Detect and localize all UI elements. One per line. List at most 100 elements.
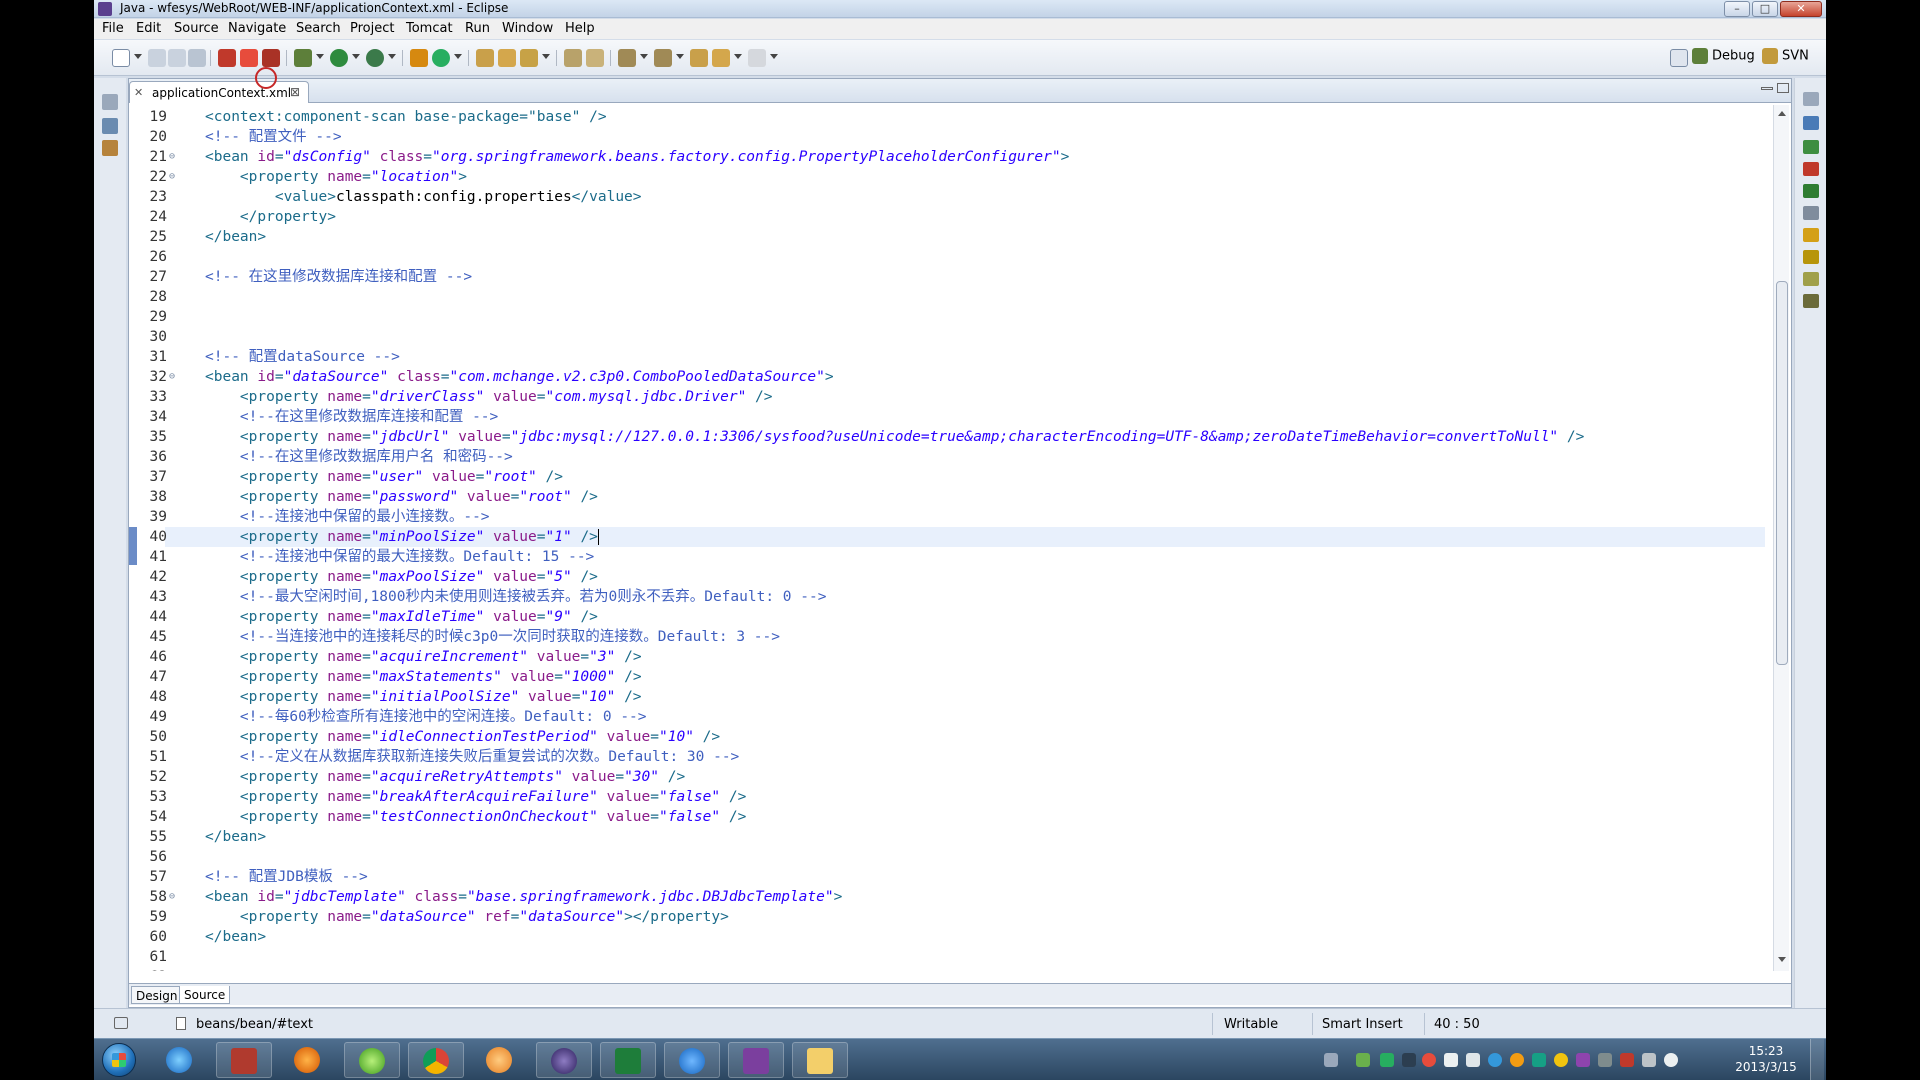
toggle-mark-occurrences-icon[interactable] xyxy=(564,49,582,67)
code-line[interactable]: 46 <property name="acquireIncrement" val… xyxy=(129,647,1769,667)
taskbar-document-app[interactable] xyxy=(216,1042,272,1078)
forward-icon[interactable] xyxy=(748,49,766,67)
close-button[interactable]: ✕ xyxy=(1780,1,1822,17)
code-line[interactable]: 44 <property name="maxIdleTime" value="9… xyxy=(129,607,1769,627)
taskbar-internet-explorer[interactable] xyxy=(152,1042,208,1078)
taskbar-green-app[interactable] xyxy=(344,1042,400,1078)
svn-perspective-button[interactable]: SVN xyxy=(1762,48,1809,64)
back-icon[interactable] xyxy=(712,49,730,67)
code-line[interactable]: 42 <property name="maxPoolSize" value="5… xyxy=(129,567,1769,587)
code-line[interactable]: 43 <!--最大空闲时间,1800秒内未使用则连接被丢弃。若为0则永不丢弃。D… xyxy=(129,587,1769,607)
code-line[interactable]: 56 xyxy=(129,847,1769,867)
taskbar-k-app[interactable] xyxy=(664,1042,720,1078)
taskbar-firefox[interactable] xyxy=(280,1042,336,1078)
menu-run[interactable]: Run xyxy=(465,21,490,36)
back-dropdown-icon[interactable] xyxy=(734,54,742,59)
run-icon[interactable] xyxy=(330,49,348,67)
restore-right-icon[interactable] xyxy=(1803,92,1819,106)
code-line[interactable]: 30 xyxy=(129,327,1769,347)
code-line[interactable]: 40 <property name="minPoolSize" value="1… xyxy=(129,527,1769,547)
code-line[interactable]: 29 xyxy=(129,307,1769,327)
code-line[interactable]: 52 <property name="acquireRetryAttempts"… xyxy=(129,767,1769,787)
menu-tomcat[interactable]: Tomcat xyxy=(406,21,453,36)
battery-tray-icon[interactable] xyxy=(1356,1053,1370,1067)
code-line[interactable]: 25 </bean> xyxy=(129,227,1769,247)
close-tab-icon[interactable]: ⊠ xyxy=(290,85,300,99)
hierarchy-icon[interactable] xyxy=(102,140,118,156)
new-icon[interactable] xyxy=(112,49,130,67)
code-line[interactable]: 51 <!--定义在从数据库获取新连接失败后重复尝试的次数。Default: 3… xyxy=(129,747,1769,767)
debug-dropdown-icon[interactable] xyxy=(316,54,324,59)
previous-annotation-icon[interactable] xyxy=(654,49,672,67)
code-line[interactable]: 38 <property name="password" value="root… xyxy=(129,487,1769,507)
code-line[interactable]: 48 <property name="initialPoolSize" valu… xyxy=(129,687,1769,707)
restore-icon[interactable] xyxy=(102,94,118,110)
taskbar-winrar[interactable] xyxy=(728,1042,784,1078)
taskbar-file-explorer[interactable] xyxy=(792,1042,848,1078)
code-line[interactable]: 45 <!--当连接池中的连接耗尽的时候c3p0一次同时获取的连接数。Defau… xyxy=(129,627,1769,647)
code-line[interactable]: 33 <property name="driverClass" value="c… xyxy=(129,387,1769,407)
code-line[interactable]: 21 ⊖ <bean id="dsConfig" class="org.spring… xyxy=(129,147,1769,167)
new-java-project-icon[interactable] xyxy=(410,49,428,67)
sync-tray-icon[interactable] xyxy=(1444,1053,1458,1067)
code-line[interactable]: 26 xyxy=(129,247,1769,267)
code-line[interactable]: 59 <property name="dataSource" ref="data… xyxy=(129,907,1769,927)
fast-view-icon[interactable] xyxy=(114,1017,128,1029)
tomcat-restart-icon[interactable] xyxy=(262,49,280,67)
menu-file[interactable]: File xyxy=(102,21,124,36)
code-line[interactable]: 20 <!-- 配置文件 --> xyxy=(129,127,1769,147)
code-line[interactable]: 58 ⊖ <bean id="jdbcTemplate" class="base.s… xyxy=(129,887,1769,907)
last-edit-location-icon[interactable] xyxy=(690,49,708,67)
outline-icon[interactable] xyxy=(1803,116,1819,130)
external-tools-icon[interactable] xyxy=(366,49,384,67)
external-tools-dropdown-icon[interactable] xyxy=(388,54,396,59)
antivirus-tray-icon[interactable] xyxy=(1422,1053,1436,1067)
package-explorer-icon[interactable] xyxy=(102,118,118,134)
problems-icon[interactable] xyxy=(1803,162,1819,176)
monitor-tray-icon[interactable] xyxy=(1642,1053,1656,1067)
code-line[interactable]: 61 xyxy=(129,947,1769,967)
menu-help[interactable]: Help xyxy=(565,21,595,36)
save-all-icon[interactable] xyxy=(168,49,186,67)
new-class-icon[interactable] xyxy=(432,49,450,67)
new-dropdown-icon[interactable] xyxy=(134,54,142,59)
search-dropdown-icon[interactable] xyxy=(542,54,550,59)
tasks-icon[interactable] xyxy=(1803,272,1819,286)
code-line[interactable]: 57 <!-- 配置JDB模板 --> xyxy=(129,867,1769,887)
fold-toggle-icon[interactable]: ⊖ xyxy=(169,167,175,187)
servers-icon[interactable] xyxy=(1803,140,1819,154)
console-icon[interactable] xyxy=(1803,184,1819,198)
code-line[interactable]: 55 </bean> xyxy=(129,827,1769,847)
code-line[interactable]: 50 <property name="idleConnectionTestPer… xyxy=(129,727,1769,747)
minimize-view-icon[interactable] xyxy=(1761,87,1773,90)
code-line[interactable]: 53 <property name="breakAfterAcquireFail… xyxy=(129,787,1769,807)
code-line[interactable]: 34 <!--在这里修改数据库连接和配置 --> xyxy=(129,407,1769,427)
code-line[interactable]: 36 <!--在这里修改数据库用户名 和密码--> xyxy=(129,447,1769,467)
code-line[interactable]: 60 </bean> xyxy=(129,927,1769,947)
vertical-scrollbar[interactable] xyxy=(1773,105,1789,971)
code-line[interactable]: 19 <context:component-scan base-package="… xyxy=(129,107,1769,127)
next-annotation-icon[interactable] xyxy=(618,49,636,67)
menu-window[interactable]: Window xyxy=(502,21,553,36)
scroll-up-icon[interactable] xyxy=(1778,111,1786,116)
display-tray-icon[interactable] xyxy=(1402,1053,1416,1067)
taskbar-terminal-app[interactable] xyxy=(600,1042,656,1078)
volume-tray-icon[interactable] xyxy=(1664,1053,1678,1067)
code-line[interactable]: 32 ⊖ <bean id="dataSource" class="com.mcha… xyxy=(129,367,1769,387)
debug-icon[interactable] xyxy=(294,49,312,67)
star-tray-icon[interactable] xyxy=(1554,1053,1568,1067)
run-dropdown-icon[interactable] xyxy=(352,54,360,59)
update-tray-icon[interactable] xyxy=(1510,1053,1524,1067)
menu-project[interactable]: Project xyxy=(350,21,394,36)
code-line[interactable]: 31 <!-- 配置dataSource --> xyxy=(129,347,1769,367)
save-icon[interactable] xyxy=(148,49,166,67)
forward-dropdown-icon[interactable] xyxy=(770,54,778,59)
menu-search[interactable]: Search xyxy=(296,21,341,36)
show-desktop-button[interactable] xyxy=(1810,1039,1824,1080)
fold-toggle-icon[interactable]: ⊖ xyxy=(169,367,175,387)
new-class-dropdown-icon[interactable] xyxy=(454,54,462,59)
messenger-tray-icon[interactable] xyxy=(1488,1053,1502,1067)
properties-icon[interactable] xyxy=(1803,206,1819,220)
taskbar-eclipse[interactable] xyxy=(536,1042,592,1078)
start-button[interactable] xyxy=(102,1043,136,1077)
